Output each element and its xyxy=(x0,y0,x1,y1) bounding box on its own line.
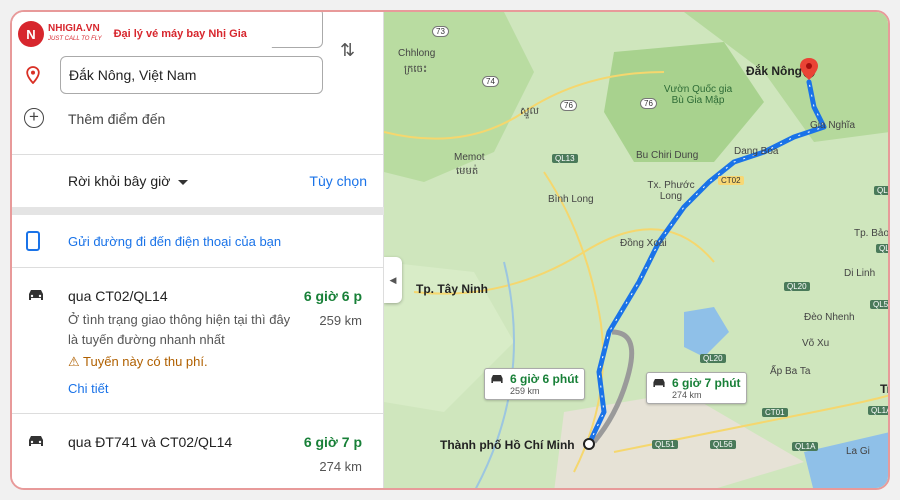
add-icon[interactable]: + xyxy=(24,108,44,128)
route-description: Ở tình trạng giao thông hiện tại thì đây… xyxy=(68,312,291,347)
map-label-hcm: Thành phố Hồ Chí Minh xyxy=(440,438,575,452)
map-label: មេមត់ xyxy=(456,166,479,177)
route-duration: 6 giờ 6 p xyxy=(303,288,362,304)
route-callout-1[interactable]: 6 giờ 6 phút 259 km xyxy=(484,368,585,400)
highway-badge: QL13 xyxy=(552,154,578,163)
map-label: Tx. Phước Long xyxy=(647,180,695,202)
toll-warning: ⚠ Tuyến này có thu phí. xyxy=(68,354,208,370)
warning-icon: ⚠ xyxy=(68,354,80,369)
map-label: Ấp Ba Ta xyxy=(770,366,811,377)
highway-badge: QL1A xyxy=(868,406,888,415)
car-icon xyxy=(29,290,43,300)
route-callout-2[interactable]: 6 giờ 7 phút 274 km xyxy=(646,372,747,404)
collapse-panel-button[interactable]: ◀ xyxy=(384,257,402,303)
highway-badge: QL14 xyxy=(874,186,888,195)
map-label: Bu Chiri Dung xyxy=(636,150,699,161)
divider xyxy=(12,154,384,155)
map-label: Bình Long xyxy=(548,194,594,205)
directions-panel: N NHIGIA.VN JUST CALL TO FLY Đại lý vé m… xyxy=(12,12,384,488)
map-label: Võ Xu xyxy=(802,338,830,349)
route-option-2[interactable]: qua ĐT741 và CT02/QL14 6 giờ 7 p 274 km xyxy=(12,414,384,488)
map-label: Dang Boa xyxy=(734,146,779,157)
map-label: Chhlong xyxy=(398,48,436,59)
map-label: Memot xyxy=(454,152,485,163)
map-label-tay-ninh: Tp. Tây Ninh xyxy=(416,282,488,296)
road-shield: 76 xyxy=(640,98,657,109)
depart-time-dropdown[interactable]: Rời khỏi bây giờ xyxy=(68,173,189,189)
highway-badge: QL28 xyxy=(876,244,888,253)
map-label: Tp. Bảo Lộc xyxy=(854,228,890,239)
callout-duration: 6 giờ 6 phút xyxy=(510,372,579,386)
map-label: Đèo Nhenh xyxy=(804,312,855,323)
route-name: qua CT02/QL14 xyxy=(68,288,168,304)
map-label: ក្រចេះ xyxy=(404,64,428,75)
route-option-1[interactable]: qua CT02/QL14 6 giờ 6 p Ở tình trạng gia… xyxy=(12,268,384,412)
map-label-national-park: Vườn Quốc gia Bù Gia Mập xyxy=(663,84,733,106)
phone-icon xyxy=(26,231,40,251)
swap-icon[interactable]: ⇅ xyxy=(340,40,355,61)
map-label: ស្នួល xyxy=(520,106,540,117)
route-duration: 6 giờ 7 p xyxy=(303,434,362,450)
callout-distance: 274 km xyxy=(672,390,702,400)
highway-badge: CT02 xyxy=(718,176,744,185)
destination-input[interactable]: Đắk Nông, Việt Nam xyxy=(60,56,323,94)
highway-badge: QL1A xyxy=(792,442,819,451)
route-name: qua ĐT741 và CT02/QL14 xyxy=(68,434,233,450)
map-canvas xyxy=(384,12,888,488)
map-label: Tr xyxy=(880,382,888,396)
map-label: Đồng Xoài xyxy=(620,238,667,249)
highway-badge: QL51 xyxy=(652,440,678,449)
toll-warning-text: Tuyến này có thu phí. xyxy=(83,354,208,369)
highway-badge: QL56 xyxy=(710,440,736,449)
options-link[interactable]: Tùy chọn xyxy=(309,173,367,189)
location-pin-icon xyxy=(26,66,40,84)
highway-badge: QL20 xyxy=(700,354,726,363)
callout-duration: 6 giờ 7 phút xyxy=(672,376,741,390)
road-shield: 74 xyxy=(482,76,499,87)
destination-value: Đắk Nông, Việt Nam xyxy=(69,67,197,83)
brand-name: NHIGIA.VN xyxy=(48,23,100,34)
map-label-dak-nong: Đắk Nông xyxy=(746,64,803,78)
car-icon xyxy=(491,375,503,383)
car-icon xyxy=(653,379,665,387)
app-frame: N NHIGIA.VN JUST CALL TO FLY Đại lý vé m… xyxy=(10,10,890,490)
brand-tagline: Đại lý vé máy bay Nhị Gia xyxy=(113,28,247,40)
route-details-link[interactable]: Chi tiết xyxy=(68,381,108,396)
chevron-left-icon: ◀ xyxy=(389,274,397,285)
road-shield: 73 xyxy=(432,26,449,37)
map-label: La Gi xyxy=(846,446,870,457)
brand-slogan: JUST CALL TO FLY xyxy=(48,36,102,42)
map-label: Di Linh xyxy=(844,268,876,279)
route-distance: 259 km xyxy=(319,313,362,328)
add-destination-link[interactable]: Thêm điểm đến xyxy=(68,111,165,127)
brand-banner: N NHIGIA.VN JUST CALL TO FLY Đại lý vé m… xyxy=(12,12,272,56)
section-divider xyxy=(12,207,384,215)
map-view[interactable]: ◀ Đắk Nông Thành phố Hồ Chí Minh Tp. Tây… xyxy=(384,12,890,488)
caret-down-icon xyxy=(178,179,189,185)
road-shield: 76 xyxy=(560,100,577,111)
callout-distance: 259 km xyxy=(510,386,540,396)
map-label: Gia Nghĩa xyxy=(810,120,856,131)
highway-badge: CT01 xyxy=(762,408,788,417)
send-to-phone-link[interactable]: Gửi đường đi đến điện thoại của bạn xyxy=(68,234,281,249)
brand-logo: N xyxy=(18,21,44,47)
highway-badge: QL20 xyxy=(784,282,810,291)
depart-label: Rời khỏi bây giờ xyxy=(68,173,171,189)
car-icon xyxy=(29,436,43,446)
highway-badge: QL55 xyxy=(870,300,888,309)
route-distance: 274 km xyxy=(319,459,362,474)
